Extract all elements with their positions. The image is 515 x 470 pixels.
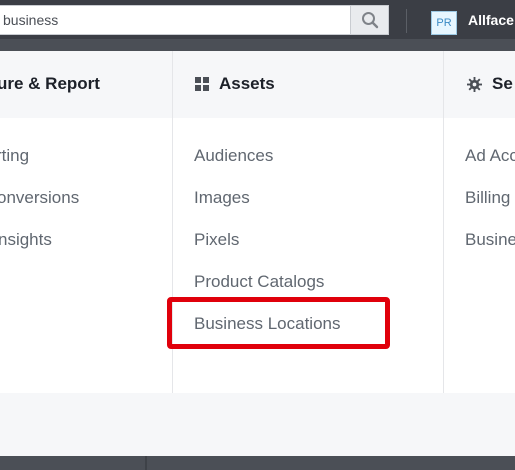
menu-item-pixels[interactable]: Pixels <box>194 230 239 250</box>
menu-item-reporting[interactable]: rting <box>0 146 29 166</box>
column-header-label: Assets <box>219 74 275 93</box>
menu-footer-strip <box>0 393 515 456</box>
account-avatar[interactable]: PR <box>431 11 457 35</box>
menu-item-billing[interactable]: Billing <box>465 188 510 208</box>
menu-item-conversions[interactable]: onversions <box>0 188 79 208</box>
highlight-box <box>167 297 390 349</box>
column-divider <box>443 51 444 393</box>
menu-item-images[interactable]: Images <box>194 188 250 208</box>
gear-icon <box>467 76 482 92</box>
column-header-measure-report: ure & Report <box>0 74 100 94</box>
column-header-settings: Se <box>467 74 513 94</box>
search-button[interactable] <box>350 5 389 35</box>
menu-item-audiences[interactable]: Audiences <box>194 146 273 166</box>
business-menu-panel: ure & Report rting onversions nsights As… <box>0 51 515 456</box>
toolbar-divider <box>406 9 407 33</box>
grid-icon <box>195 77 209 91</box>
search-input[interactable] <box>0 5 350 35</box>
menu-item-insights[interactable]: nsights <box>0 230 52 250</box>
background-separator <box>145 456 147 470</box>
menu-item-product-catalogs[interactable]: Product Catalogs <box>194 272 324 292</box>
menu-item-ad-accounts[interactable]: Ad Acc <box>465 146 515 166</box>
column-header-label: Se <box>492 74 513 93</box>
menu-item-business-settings[interactable]: Busine <box>465 230 515 250</box>
search-icon <box>361 12 378 29</box>
column-header-label: ure & Report <box>0 74 100 93</box>
column-header-assets: Assets <box>195 74 275 94</box>
account-name[interactable]: Allface <box>468 12 514 28</box>
top-bar: PR Allface <box>0 0 515 39</box>
